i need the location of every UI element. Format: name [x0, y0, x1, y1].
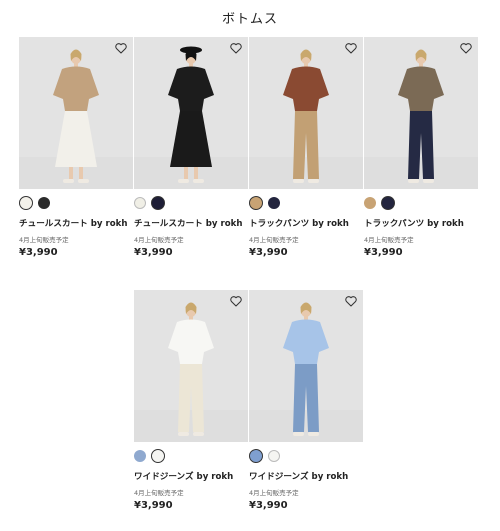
- model-figure: [249, 49, 363, 189]
- color-swatch[interactable]: [151, 196, 165, 210]
- model-figure: [134, 46, 248, 189]
- color-swatch[interactable]: [364, 197, 376, 209]
- release-note: 4月上旬販売予定: [134, 489, 184, 497]
- model-figure: [134, 302, 248, 442]
- favorite-heart-icon[interactable]: [459, 41, 473, 55]
- model-figure: [364, 49, 478, 189]
- favorite-heart-icon[interactable]: [344, 41, 358, 55]
- product-image[interactable]: [249, 37, 363, 189]
- color-swatch[interactable]: [381, 196, 395, 210]
- product-price: ¥3,990: [249, 247, 288, 258]
- product-card[interactable]: チュールスカート by rokh 4月上旬販売予定 ¥3,990: [134, 37, 248, 258]
- model-figure: [249, 302, 363, 442]
- section-title: ボトムス: [221, 12, 278, 27]
- product-image[interactable]: [249, 290, 363, 442]
- product-image[interactable]: [134, 37, 248, 189]
- product-image[interactable]: [134, 290, 248, 442]
- product-price: ¥3,990: [19, 247, 58, 258]
- release-note: 4月上旬販売予定: [134, 236, 184, 244]
- color-swatch[interactable]: [134, 197, 146, 209]
- color-swatches: [249, 449, 363, 463]
- color-swatches: [364, 196, 478, 210]
- product-price: ¥3,990: [364, 247, 403, 258]
- release-note: 4月上旬販売予定: [364, 236, 414, 244]
- color-swatches: [19, 196, 133, 210]
- product-card[interactable]: ワイドジーンズ by rokh 4月上旬販売予定 ¥3,990: [249, 290, 363, 511]
- product-image[interactable]: [19, 37, 133, 189]
- product-name[interactable]: トラックパンツ by rokh: [364, 218, 478, 231]
- favorite-heart-icon[interactable]: [229, 41, 243, 55]
- product-image[interactable]: [364, 37, 478, 189]
- product-name[interactable]: チュールスカート by rokh: [19, 218, 133, 231]
- product-card[interactable]: トラックパンツ by rokh 4月上旬販売予定 ¥3,990: [249, 37, 363, 258]
- product-price: ¥3,990: [134, 500, 173, 511]
- release-note: 4月上旬販売予定: [249, 489, 299, 497]
- color-swatch[interactable]: [134, 450, 146, 462]
- release-note: 4月上旬販売予定: [249, 236, 299, 244]
- product-price: ¥3,990: [134, 247, 173, 258]
- release-note: 4月上旬販売予定: [19, 236, 69, 244]
- product-name[interactable]: チュールスカート by rokh: [134, 218, 248, 231]
- product-name[interactable]: トラックパンツ by rokh: [249, 218, 363, 231]
- color-swatch[interactable]: [268, 197, 280, 209]
- favorite-heart-icon[interactable]: [114, 41, 128, 55]
- product-card[interactable]: トラックパンツ by rokh 4月上旬販売予定 ¥3,990: [364, 37, 478, 258]
- product-name[interactable]: ワイドジーンズ by rokh: [249, 471, 363, 484]
- color-swatch[interactable]: [249, 196, 263, 210]
- favorite-heart-icon[interactable]: [344, 294, 358, 308]
- product-name[interactable]: ワイドジーンズ by rokh: [134, 471, 248, 484]
- product-card[interactable]: チュールスカート by rokh 4月上旬販売予定 ¥3,990: [19, 37, 133, 258]
- color-swatch[interactable]: [38, 197, 50, 209]
- product-price: ¥3,990: [249, 500, 288, 511]
- color-swatch[interactable]: [249, 449, 263, 463]
- color-swatches: [134, 196, 248, 210]
- color-swatch[interactable]: [151, 449, 165, 463]
- color-swatches: [249, 196, 363, 210]
- model-figure: [19, 49, 133, 189]
- color-swatch[interactable]: [19, 196, 33, 210]
- color-swatches: [134, 449, 248, 463]
- product-card[interactable]: ワイドジーンズ by rokh 4月上旬販売予定 ¥3,990: [134, 290, 248, 511]
- favorite-heart-icon[interactable]: [229, 294, 243, 308]
- color-swatch[interactable]: [268, 450, 280, 462]
